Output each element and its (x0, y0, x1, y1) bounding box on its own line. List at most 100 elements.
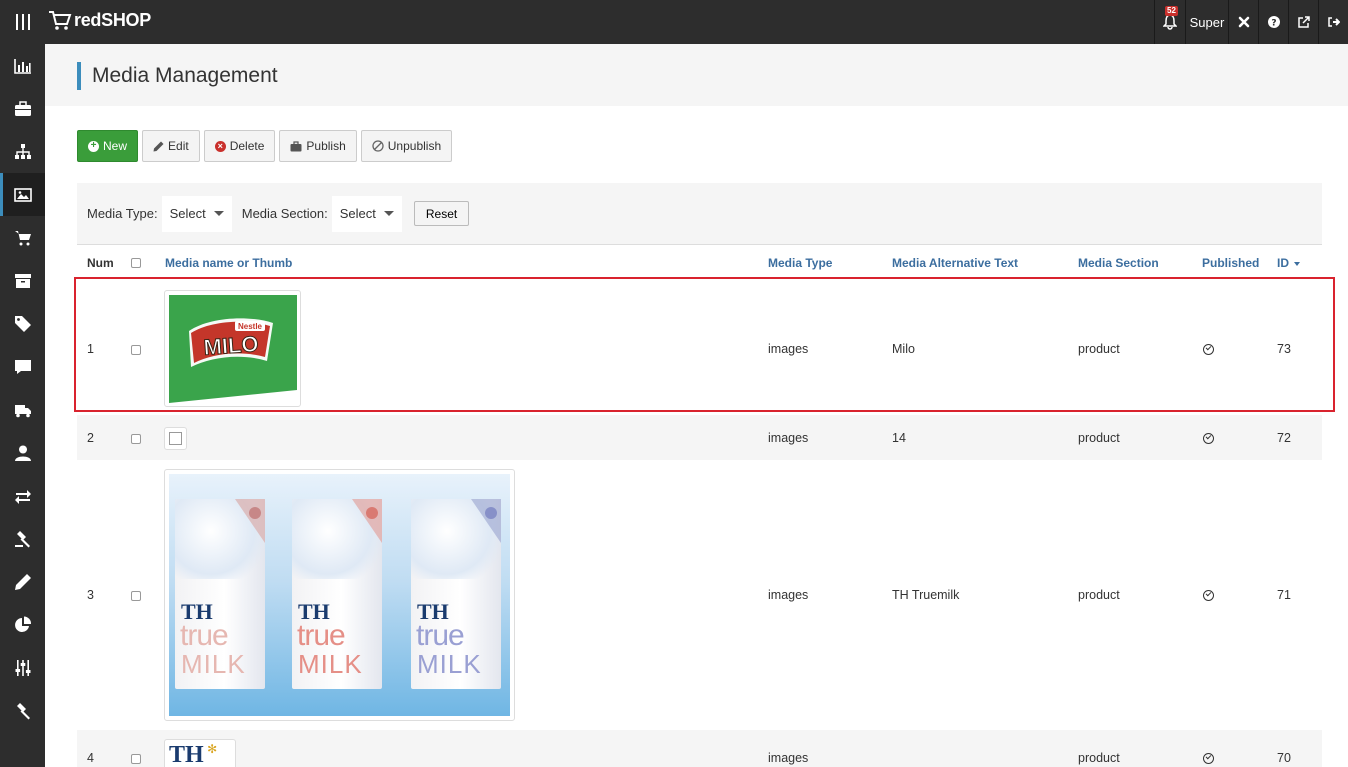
sidebar-item-archive[interactable] (0, 259, 45, 302)
row-media-section: product (1078, 751, 1120, 765)
media-thumb-blank[interactable] (164, 427, 187, 450)
page-title: Media Management (77, 62, 278, 90)
header-media-section[interactable]: Media Section (1078, 256, 1159, 270)
sidebar-item-import-export[interactable] (0, 474, 45, 517)
image-icon (13, 187, 32, 202)
sidebar-item-orders[interactable] (0, 216, 45, 259)
published-check-icon[interactable] (1203, 433, 1214, 444)
brand-name: redSHOP (74, 9, 151, 30)
filter-bar: Media Type: Select Media Section: Select… (77, 183, 1322, 245)
comment-icon (14, 359, 31, 374)
sidebar-item-products[interactable] (0, 87, 45, 130)
row-media-section: product (1078, 588, 1120, 602)
gavel-icon (14, 530, 30, 547)
notifications-button[interactable]: 52 (1154, 0, 1185, 44)
notification-badge: 52 (1165, 6, 1178, 16)
briefcase-icon (290, 140, 302, 151)
row-num: 2 (87, 431, 94, 445)
delete-button-label: Delete (229, 139, 265, 153)
row-media-type: images (768, 431, 809, 445)
pencil-icon (153, 141, 164, 151)
media-thumb-th[interactable]: TH ✻ (164, 739, 236, 767)
row-id: 71 (1277, 588, 1291, 602)
header-media-type[interactable]: Media Type (768, 256, 832, 270)
chevron-down-icon (383, 211, 394, 216)
logout-icon[interactable] (1318, 0, 1348, 44)
edit-button[interactable]: Edit (142, 130, 200, 162)
bell-icon (1163, 14, 1177, 30)
menu-toggle-icon[interactable] (0, 0, 45, 44)
external-link-icon[interactable] (1288, 0, 1318, 44)
joomla-icon[interactable] (1228, 0, 1258, 44)
edit-button-label: Edit (168, 139, 189, 153)
truck-icon (14, 404, 31, 417)
table-header: Num Media name or Thumb Media Type Media… (77, 245, 1322, 279)
reset-button[interactable]: Reset (413, 201, 470, 226)
svg-text:?: ? (1271, 19, 1276, 29)
row-num: 4 (87, 751, 94, 765)
selection-highlight (74, 277, 1335, 412)
header-published[interactable]: Published (1202, 256, 1259, 270)
sidebar-item-plugins[interactable] (0, 689, 45, 732)
sidebar-item-users[interactable] (0, 431, 45, 474)
sidebar-item-configuration[interactable] (0, 646, 45, 689)
true-text: true (416, 619, 465, 652)
row-alt-text: TH Truemilk (892, 588, 960, 602)
row-media-type: images (768, 751, 809, 765)
select-all-checkbox[interactable] (131, 258, 141, 268)
top-navbar: redSHOP 52 Super ? (0, 0, 1348, 44)
sidebar-item-statistics[interactable] (0, 44, 45, 87)
unpublish-button[interactable]: Unpublish (360, 130, 453, 162)
media-type-value: Select (169, 206, 206, 221)
header-media-name[interactable]: Media name or Thumb (165, 256, 292, 270)
sitemap-icon (14, 143, 31, 159)
row-id: 70 (1277, 751, 1291, 765)
milk-text: MILK (298, 649, 363, 679)
sliders-icon (15, 659, 30, 676)
delete-button[interactable]: × Delete (203, 130, 276, 162)
media-type-select[interactable]: Select (161, 195, 232, 232)
media-thumb-th-truemilk[interactable]: TH true MILK TH true MILK TH true MILK (164, 469, 515, 721)
header-id[interactable]: ID (1277, 256, 1301, 270)
new-button-label: New (103, 139, 128, 153)
header-alt-text[interactable]: Media Alternative Text (892, 256, 1018, 270)
hammer-icon (16, 702, 30, 719)
archive-icon (14, 273, 31, 288)
exchange-icon (14, 489, 31, 504)
unpublish-button-label: Unpublish (387, 139, 442, 153)
sidebar-item-tools[interactable] (0, 517, 45, 560)
sidebar-item-reports[interactable] (0, 603, 45, 646)
publish-button[interactable]: Publish (279, 130, 357, 162)
sidebar-item-media[interactable] (0, 173, 45, 216)
milk-text: MILK (417, 649, 482, 679)
page-header: Media Management (45, 44, 1348, 106)
true-text: true (180, 619, 229, 652)
sidebar-item-discounts[interactable] (0, 302, 45, 345)
media-section-select[interactable]: Select (331, 195, 402, 232)
media-type-label: Media Type: (87, 206, 158, 221)
th-logo-text: TH (169, 742, 204, 767)
sidebar-item-shipping[interactable] (0, 388, 45, 431)
table-row: 2 images 14 product 72 (77, 415, 1322, 460)
bar-chart-icon (13, 58, 31, 74)
published-check-icon[interactable] (1203, 590, 1214, 601)
sidebar-item-customization[interactable] (0, 560, 45, 603)
published-check-icon[interactable] (1203, 753, 1214, 764)
media-section-value: Select (339, 206, 376, 221)
sidebar-item-categories[interactable] (0, 130, 45, 173)
row-checkbox[interactable] (131, 754, 141, 764)
sidebar-item-communication[interactable] (0, 345, 45, 388)
row-checkbox[interactable] (131, 434, 141, 444)
remove-icon: × (214, 140, 226, 152)
help-icon[interactable]: ? (1258, 0, 1288, 44)
header-id-label: ID (1277, 256, 1289, 270)
header-num: Num (87, 256, 114, 270)
briefcase-icon (14, 100, 31, 116)
pencil-icon (14, 573, 31, 590)
row-media-section: product (1078, 431, 1120, 445)
user-menu[interactable]: Super (1185, 0, 1228, 44)
brand-logo[interactable]: redSHOP (48, 9, 151, 31)
row-checkbox[interactable] (131, 591, 141, 601)
row-media-type: images (768, 588, 809, 602)
new-button[interactable]: + New (77, 130, 139, 162)
